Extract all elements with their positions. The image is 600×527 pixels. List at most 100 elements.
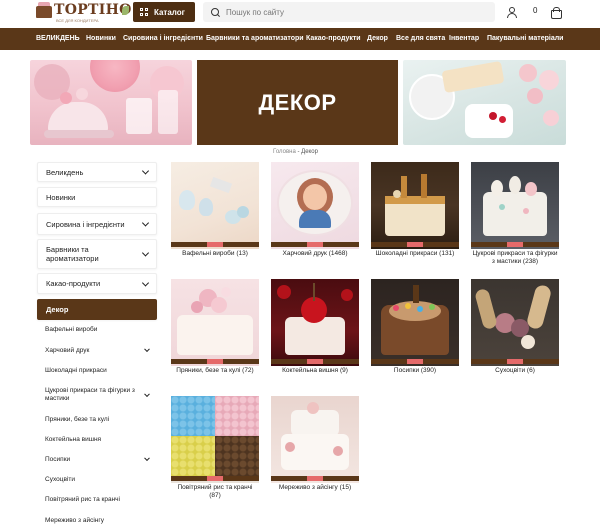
sidebar-subitem-tsukrovi[interactable]: Цукрові прикраси та фігурки з мастики bbox=[37, 383, 157, 407]
category-image bbox=[271, 162, 359, 249]
grid-icon bbox=[140, 8, 148, 16]
chevron-down-icon bbox=[141, 167, 150, 175]
breadcrumb: Головна - Декор bbox=[273, 149, 318, 155]
banner-title: ДЕКОР bbox=[258, 89, 337, 115]
sidebar-subitem-posypky[interactable]: Посипки bbox=[37, 452, 157, 466]
sidebar-subitem-vyshnia[interactable]: Коктейльна вишня bbox=[37, 432, 157, 446]
card-accent-bar bbox=[471, 242, 559, 247]
sidebar-item-label: Великдень bbox=[46, 167, 84, 177]
sidebar-subitem-label: Мереживо з айсінгу bbox=[45, 516, 104, 524]
search-icon[interactable] bbox=[211, 7, 220, 17]
sidebar-item-velykden[interactable]: Великдень bbox=[37, 162, 157, 182]
sidebar-subitem-label: Шоколадні прикраси bbox=[45, 366, 107, 374]
sidebar-subitem-povitrianyi-rys[interactable]: Повітряний рис та кранчі bbox=[37, 492, 157, 506]
banner-title-block: ДЕКОР bbox=[197, 60, 398, 145]
category-label: Повітряний рис та кранчі (87) bbox=[177, 484, 253, 499]
category-label: Сухоцвіти (6) bbox=[495, 367, 535, 374]
sidebar-item-kakao[interactable]: Какао-продукти bbox=[37, 273, 157, 294]
shopping-bag-icon[interactable] bbox=[551, 7, 562, 19]
card-accent-bar bbox=[171, 476, 259, 481]
category-image bbox=[271, 279, 359, 366]
sidebar-subitem-shokoladni[interactable]: Шоколадні прикраси bbox=[37, 363, 157, 377]
nav-item-novynky[interactable]: Новинки bbox=[86, 35, 116, 42]
category-image bbox=[171, 279, 259, 366]
sidebar-item-label: Декор bbox=[46, 305, 69, 314]
category-image bbox=[471, 279, 559, 366]
sidebar-subitem-label: Цукрові прикраси та фігурки з мастики bbox=[45, 387, 135, 402]
category-label: Цукрові прикраси та фігурки з мастики (2… bbox=[472, 250, 558, 265]
card-accent-bar bbox=[171, 242, 259, 247]
search-input[interactable] bbox=[226, 7, 466, 17]
sidebar-item-novynky[interactable]: Новинки bbox=[37, 187, 157, 207]
card-accent-bar bbox=[471, 359, 559, 364]
chevron-down-icon bbox=[144, 455, 150, 462]
nav-item-barvnyky[interactable]: Барвники та ароматизатори bbox=[206, 35, 304, 42]
nav-item-vse-dlia-sviata[interactable]: Все для свята bbox=[396, 35, 445, 42]
sidebar-subitem-label: Сухоцвіти bbox=[45, 475, 75, 483]
sidebar-item-label: Новинки bbox=[46, 192, 76, 202]
category-label: Шоколадні прикраси (131) bbox=[375, 250, 455, 257]
banner-image-left bbox=[30, 60, 192, 145]
category-label: Вафельні вироби (13) bbox=[182, 250, 248, 257]
site-logo[interactable]: ТОРТІНО ВСЕ ДЛЯ КОНДИТЕРА bbox=[36, 2, 131, 24]
sidebar-item-label: Барвники та ароматизатори bbox=[46, 245, 99, 263]
sidebar-subitem-label: Посипки bbox=[45, 455, 71, 463]
sidebar-subitem-merezhyvo[interactable]: Мереживо з айсінгу bbox=[37, 513, 157, 527]
main-nav: ВЕЛИКДЕНЬ Новинки Сировина і інгредієнти… bbox=[0, 28, 600, 50]
sidebar-subitem-label: Пряники, безе та кулі bbox=[45, 415, 110, 423]
nav-item-velykden[interactable]: ВЕЛИКДЕНЬ bbox=[36, 35, 80, 42]
sidebar-subitem-label: Вафельні вироби bbox=[45, 325, 98, 333]
chevron-down-icon bbox=[141, 249, 150, 257]
category-label: Пряники, безе та кулі (72) bbox=[176, 367, 254, 374]
category-image bbox=[171, 396, 259, 483]
sidebar-item-label: Сировина і інгредієнти bbox=[46, 219, 125, 229]
chevron-down-icon bbox=[141, 219, 150, 227]
nav-item-inventar[interactable]: Інвентар bbox=[449, 35, 479, 42]
category-image bbox=[171, 162, 259, 249]
card-accent-bar bbox=[171, 359, 259, 364]
site-header: ТОРТІНО ВСЕ ДЛЯ КОНДИТЕРА Каталог 0 bbox=[0, 0, 600, 28]
sidebar-item-dekor[interactable]: Декор bbox=[37, 299, 157, 320]
user-icon[interactable] bbox=[506, 7, 517, 18]
sidebar-subitem-label: Коктейльна вишня bbox=[45, 435, 102, 443]
card-accent-bar bbox=[271, 242, 359, 247]
sidebar-subitem-sukhotsvity[interactable]: Сухоцвіти bbox=[37, 472, 157, 486]
sidebar-subitem-vafelni[interactable]: Вафельні вироби bbox=[37, 322, 157, 336]
banner-image-right bbox=[403, 60, 566, 145]
category-label: Посипки (390) bbox=[393, 367, 437, 374]
card-accent-bar bbox=[371, 359, 459, 364]
breadcrumb-home[interactable]: Головна bbox=[273, 149, 296, 155]
cart-count: 0 bbox=[533, 6, 538, 15]
nav-item-pakuvalni[interactable]: Пакувальні матеріали bbox=[487, 35, 563, 42]
card-accent-bar bbox=[271, 476, 359, 481]
catalog-button[interactable]: Каталог bbox=[133, 2, 195, 22]
chevron-down-icon bbox=[144, 391, 150, 398]
sidebar-subitem-label: Харчовий друк bbox=[45, 346, 90, 354]
sidebar-subitem-label: Повітряний рис та кранчі bbox=[45, 495, 121, 503]
category-image bbox=[271, 396, 359, 483]
category-label: Мереживо з айсінгу (15) bbox=[278, 484, 352, 491]
nav-item-dekor[interactable]: Декор bbox=[367, 35, 388, 42]
catalog-label: Каталог bbox=[154, 7, 185, 17]
chevron-down-icon bbox=[141, 278, 150, 287]
nav-item-syrovyna[interactable]: Сировина і інгредієнти bbox=[123, 35, 203, 42]
sidebar-item-barvnyky[interactable]: Барвники та ароматизатори bbox=[37, 239, 157, 269]
category-label: Харчовий друк (1468) bbox=[282, 250, 348, 257]
chevron-down-icon bbox=[144, 346, 150, 353]
category-image bbox=[371, 162, 459, 249]
sidebar-subitem-kharchovyi-druk[interactable]: Харчовий друк bbox=[37, 343, 157, 357]
breadcrumb-current: Декор bbox=[301, 149, 318, 155]
category-label: Коктейльна вишня (9) bbox=[282, 367, 348, 374]
category-image bbox=[371, 279, 459, 366]
card-accent-bar bbox=[371, 242, 459, 247]
logo-subtitle: ВСЕ ДЛЯ КОНДИТЕРА bbox=[56, 18, 99, 23]
sidebar-item-label: Какао-продукти bbox=[46, 279, 101, 288]
sidebar-subitem-prianyky[interactable]: Пряники, безе та кулі bbox=[37, 412, 157, 426]
category-image bbox=[471, 162, 559, 249]
logo-text: ТОРТІНО bbox=[54, 2, 132, 18]
nav-item-kakao[interactable]: Какао-продукти bbox=[306, 35, 361, 42]
cake-logo-icon bbox=[36, 2, 52, 18]
card-accent-bar bbox=[271, 359, 359, 364]
leaf-logo-icon bbox=[122, 6, 129, 15]
sidebar-item-syrovyna[interactable]: Сировина і інгредієнти bbox=[37, 213, 157, 235]
